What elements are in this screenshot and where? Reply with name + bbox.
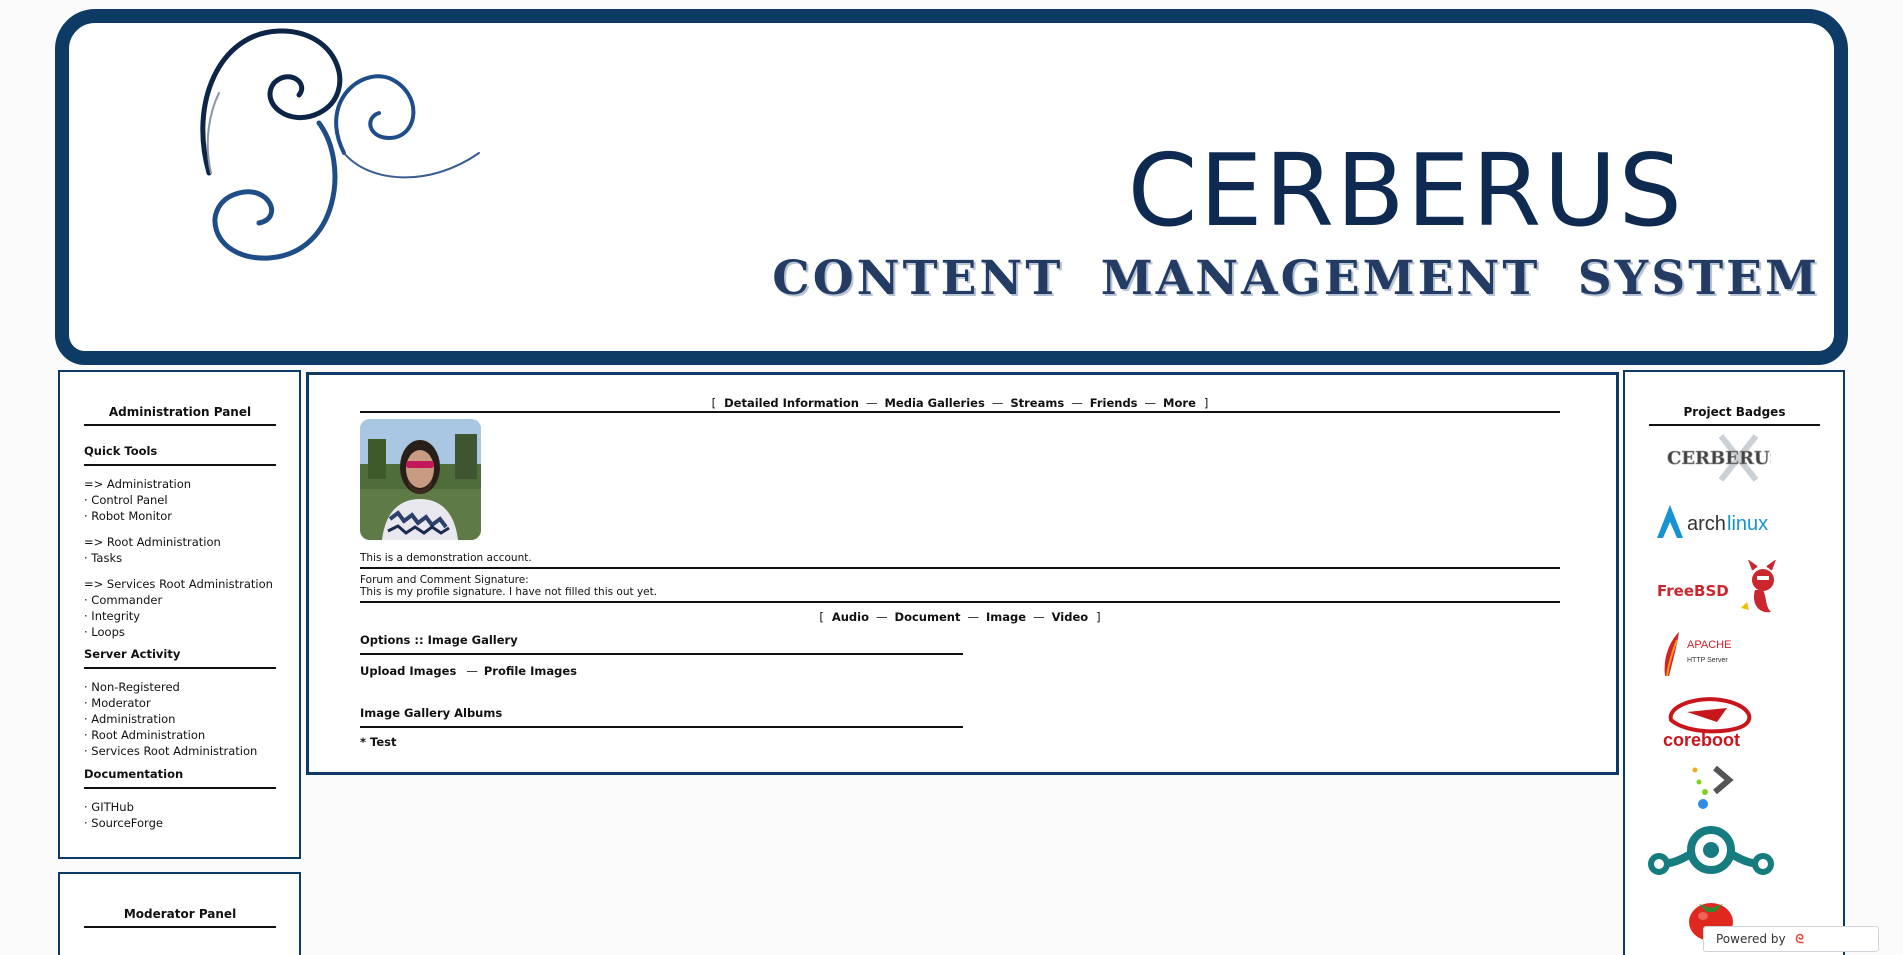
separator: — xyxy=(865,396,878,410)
separator: — xyxy=(1144,396,1157,410)
separator: — xyxy=(1033,610,1045,624)
nav-item-robot-monitor[interactable]: · Robot Monitor xyxy=(84,508,276,524)
project-badges-panel: Project Badges CERBERUS arch linux FreeB… xyxy=(1623,370,1845,955)
archlinux-badge[interactable]: arch linux xyxy=(1655,502,1775,542)
section-heading: Server Activity xyxy=(84,647,276,669)
bracket-open: [ xyxy=(711,396,717,410)
profile-tabs: [ Detailed Information — Media Galleries… xyxy=(360,393,1560,413)
apache-badge[interactable]: APACHE HTTP Server xyxy=(1657,630,1757,678)
separator: — xyxy=(967,610,979,624)
tab-media-galleries[interactable]: Media Galleries xyxy=(884,396,984,410)
nav-item-administration[interactable]: => Administration xyxy=(84,476,276,492)
cerberus-badge-text: CERBERUS xyxy=(1667,448,1771,469)
apache-sub-text: HTTP Server xyxy=(1687,657,1728,664)
nav-item-administration-activity[interactable]: · Administration xyxy=(84,711,276,727)
tab-friends[interactable]: Friends xyxy=(1090,396,1138,410)
tab-more[interactable]: More xyxy=(1163,396,1196,410)
panel-title: Administration Panel xyxy=(84,405,276,426)
nav-item-services-root-administration[interactable]: => Services Root Administration xyxy=(84,576,276,592)
powered-label: Powered by xyxy=(1716,932,1786,946)
tab-detailed-information[interactable]: Detailed Information xyxy=(724,396,859,410)
freebsd-text: FreeBSD xyxy=(1657,582,1729,600)
site-banner: CERBERUS CONTENT MANAGEMENT SYSTEM xyxy=(55,9,1848,365)
panel-title: Moderator Panel xyxy=(84,907,276,928)
profile-main-panel: [ Detailed Information — Media Galleries… xyxy=(306,372,1619,775)
nav-item-moderator[interactable]: · Moderator xyxy=(84,695,276,711)
panel-title: Project Badges xyxy=(1649,405,1820,426)
coreboot-text: coreboot xyxy=(1663,730,1740,748)
linux-text: linux xyxy=(1727,513,1768,535)
dots-arrow-badge[interactable] xyxy=(1687,762,1737,810)
nav-item-control-panel[interactable]: · Control Panel xyxy=(84,492,276,508)
avatar xyxy=(360,419,481,540)
account-description: This is a demonstration account. xyxy=(360,552,1560,569)
nav-item-non-registered[interactable]: · Non-Registered xyxy=(84,679,276,695)
nav-item-integrity[interactable]: · Integrity xyxy=(84,608,276,624)
upload-images-link[interactable]: Upload Images xyxy=(360,664,456,678)
upload-links: Upload Images — Profile Images xyxy=(360,664,578,678)
nav-item-root-administration[interactable]: => Root Administration xyxy=(84,534,276,550)
separator: — xyxy=(876,610,888,624)
profile-images-link[interactable]: Profile Images xyxy=(484,664,577,678)
media-link-video[interactable]: Video xyxy=(1052,610,1089,624)
coreboot-badge[interactable]: coreboot xyxy=(1657,694,1767,750)
bracket-open: [ xyxy=(819,610,824,624)
section-heading: Documentation xyxy=(84,767,276,789)
media-link-document[interactable]: Document xyxy=(895,610,961,624)
host-logo-icon: ᘓ xyxy=(1795,932,1804,946)
powered-by-footer[interactable]: Powered by ᘓ 000webhost xyxy=(1703,926,1879,952)
site-title: CERBERUS xyxy=(1127,132,1684,249)
nav-item-tasks[interactable]: · Tasks xyxy=(84,550,276,566)
nav-item-sourceforge[interactable]: · SourceForge xyxy=(84,815,276,831)
cerberus-badge[interactable]: CERBERUS xyxy=(1661,432,1783,484)
section-heading: Quick Tools xyxy=(84,444,276,466)
freebsd-badge[interactable]: FreeBSD xyxy=(1655,559,1785,618)
bracket-close: ] xyxy=(1096,610,1101,624)
media-link-audio[interactable]: Audio xyxy=(832,610,869,624)
bracket-close: ] xyxy=(1203,396,1209,410)
nav-item-loops[interactable]: · Loops xyxy=(84,624,276,640)
apache-text: APACHE xyxy=(1687,639,1731,651)
nav-item-root-administration-activity[interactable]: · Root Administration xyxy=(84,727,276,743)
separator: — xyxy=(1071,396,1083,410)
lineage-badge[interactable] xyxy=(1647,824,1775,880)
signature-text: This is my profile signature. I have not… xyxy=(360,586,1560,603)
media-type-links: [ Audio — Document — Image — Video ] xyxy=(360,607,1560,627)
nav-item-commander[interactable]: · Commander xyxy=(84,592,276,608)
site-subtitle: CONTENT MANAGEMENT SYSTEM xyxy=(772,251,1820,306)
albums-heading: Image Gallery Albums xyxy=(360,706,963,728)
options-heading: Options :: Image Gallery xyxy=(360,633,963,655)
nav-item-github[interactable]: · GITHub xyxy=(84,799,276,815)
quick-tools-section: Quick Tools => Administration · Control … xyxy=(84,444,276,640)
album-item[interactable]: * Test xyxy=(360,735,1560,749)
media-link-image[interactable]: Image xyxy=(986,610,1026,624)
server-activity-section: Server Activity · Non-Registered · Moder… xyxy=(84,647,276,759)
arch-text: arch xyxy=(1687,513,1726,535)
nav-item-services-root-activity[interactable]: · Services Root Administration xyxy=(84,743,276,759)
administration-panel: Administration Panel Quick Tools => Admi… xyxy=(58,370,301,859)
swirl-logo-icon xyxy=(200,28,480,261)
tab-streams[interactable]: Streams xyxy=(1010,396,1064,410)
moderator-panel: Moderator Panel xyxy=(58,872,301,955)
documentation-section: Documentation · GITHub · SourceForge xyxy=(84,767,276,831)
signature-label: Forum and Comment Signature: xyxy=(360,574,529,586)
separator: — xyxy=(991,396,1004,410)
